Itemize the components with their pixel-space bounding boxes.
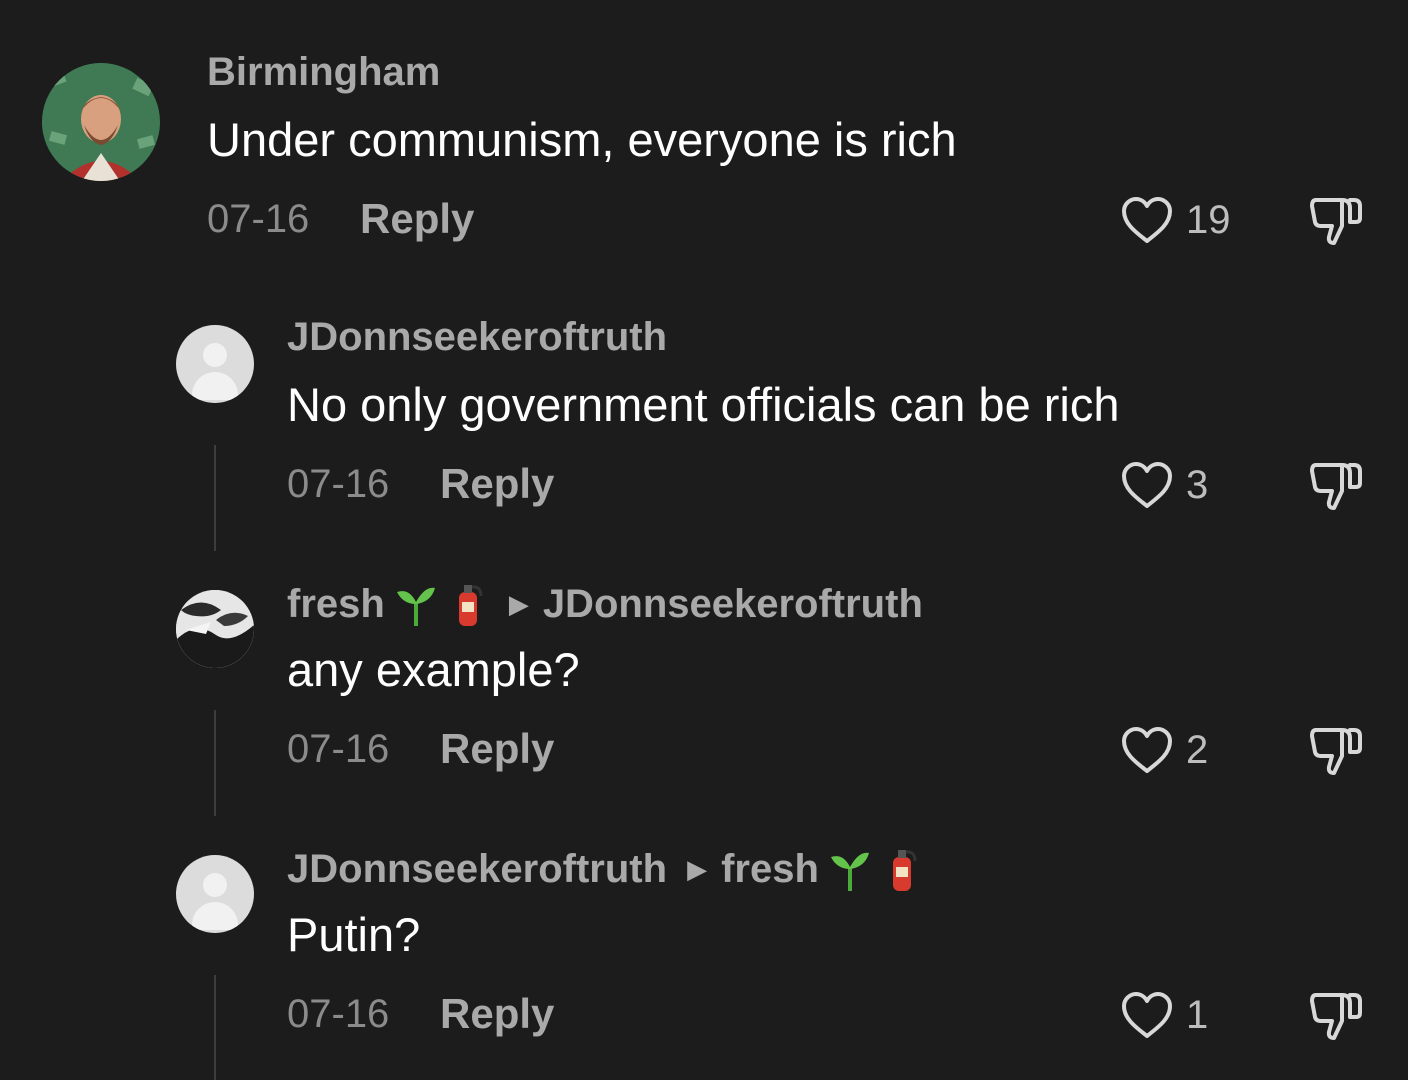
reply-button[interactable]: Reply (360, 195, 474, 243)
reply-button[interactable]: Reply (440, 460, 554, 508)
avatar[interactable] (176, 325, 254, 403)
comment-text: any example? (287, 643, 580, 696)
avatar-shoulders (192, 902, 238, 930)
heart-icon[interactable] (1120, 195, 1174, 245)
triangle-right-icon: ▶ (687, 853, 708, 884)
like-count: 3 (1186, 462, 1209, 507)
like-button[interactable]: 2 (1120, 725, 1208, 775)
thread-line (214, 975, 216, 1080)
avatar[interactable] (42, 63, 160, 181)
heart-icon[interactable] (1120, 725, 1174, 775)
avatar-shoulders (192, 372, 238, 400)
seedling-emoji-icon (396, 587, 435, 626)
comment-username[interactable]: JDonnseekeroftruth (287, 315, 667, 360)
avatar-sketch-icon (176, 590, 254, 668)
like-count: 19 (1186, 197, 1231, 242)
like-button[interactable]: 19 (1120, 195, 1231, 245)
username-text[interactable]: Birmingham (207, 50, 440, 95)
fire-extinguisher-emoji-icon (458, 585, 483, 626)
seedling-emoji-icon (830, 852, 869, 891)
avatar[interactable] (176, 590, 254, 668)
comment-text: No only government officials can be rich (287, 378, 1120, 431)
reply-button[interactable]: Reply (440, 990, 554, 1038)
reply-to-username[interactable]: fresh (721, 847, 819, 892)
comment-text: Under communism, everyone is rich (207, 113, 957, 166)
comment-username[interactable]: JDonnseekeroftruth ▶ fresh (287, 845, 923, 893)
reply-to-username[interactable]: JDonnseekeroftruth (543, 582, 923, 627)
username-text[interactable]: fresh (287, 582, 385, 627)
thumbs-down-icon[interactable] (1308, 987, 1364, 1043)
thumbs-down-icon[interactable] (1308, 457, 1364, 513)
like-button[interactable]: 1 (1120, 990, 1208, 1040)
triangle-right-icon: ▶ (508, 588, 529, 619)
thread-line (214, 710, 216, 816)
comment-date: 07-16 (207, 197, 310, 241)
avatar-head (203, 873, 227, 897)
like-count: 2 (1186, 727, 1209, 772)
thread-line (214, 445, 216, 551)
avatar[interactable] (176, 855, 254, 933)
like-count: 1 (1186, 992, 1209, 1037)
comment-date: 07-16 (287, 992, 390, 1036)
comment-date: 07-16 (287, 727, 390, 771)
comment-date: 07-16 (287, 462, 390, 506)
fire-extinguisher-emoji-icon (892, 850, 917, 891)
like-button[interactable]: 3 (1120, 460, 1208, 510)
comment-text: Putin? (287, 908, 421, 961)
reply-button[interactable]: Reply (440, 725, 554, 773)
avatar-portrait-icon (42, 63, 160, 181)
comment-username[interactable]: fresh ▶ JDonnseekeroftruth (287, 580, 923, 628)
heart-icon[interactable] (1120, 990, 1174, 1040)
comment-username[interactable]: Birmingham (207, 50, 440, 95)
username-text[interactable]: JDonnseekeroftruth (287, 847, 667, 892)
thumbs-down-icon[interactable] (1308, 722, 1364, 778)
heart-icon[interactable] (1120, 460, 1174, 510)
thumbs-down-icon[interactable] (1308, 192, 1364, 248)
username-text[interactable]: JDonnseekeroftruth (287, 315, 667, 360)
avatar-head (203, 343, 227, 367)
